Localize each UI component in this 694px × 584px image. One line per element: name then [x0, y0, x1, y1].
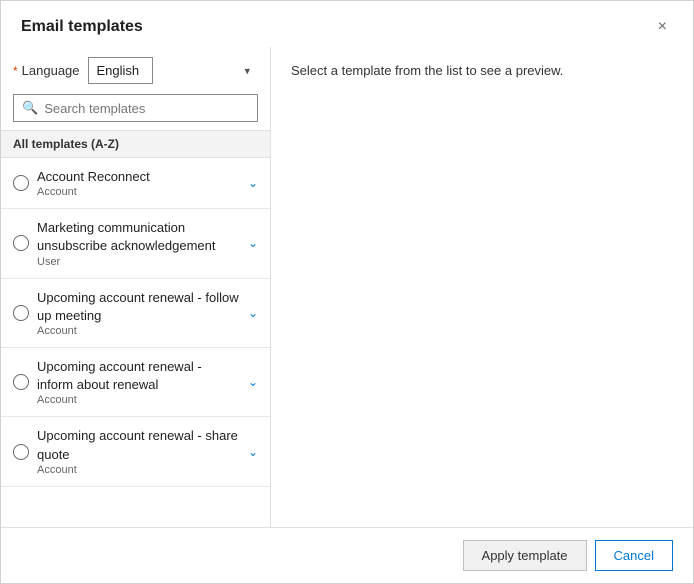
close-button[interactable]: ×: [652, 17, 673, 37]
template-name-1: Marketing communication unsubscribe ackn…: [37, 219, 240, 255]
cancel-button[interactable]: Cancel: [595, 540, 673, 571]
dialog-body: *Language English French German Spanish …: [1, 47, 693, 527]
required-star: *: [13, 64, 18, 78]
dialog-footer: Apply template Cancel: [1, 527, 693, 583]
list-item[interactable]: Upcoming account renewal - inform about …: [1, 348, 270, 417]
template-category-4: Account: [37, 464, 240, 476]
chevron-icon-0[interactable]: ⌄: [248, 176, 258, 190]
list-item[interactable]: Upcoming account renewal - share quote A…: [1, 417, 270, 486]
template-name-4: Upcoming account renewal - share quote: [37, 427, 240, 463]
dialog-title: Email templates: [21, 18, 143, 36]
template-name-2: Upcoming account renewal - follow up mee…: [37, 289, 240, 325]
search-icon: 🔍: [22, 100, 38, 116]
templates-list-header: All templates (A-Z): [1, 130, 270, 158]
template-category-0: Account: [37, 186, 240, 198]
template-category-1: User: [37, 256, 240, 268]
chevron-icon-1[interactable]: ⌄: [248, 236, 258, 250]
language-row: *Language English French German Spanish: [1, 47, 270, 94]
language-select[interactable]: English French German Spanish: [88, 57, 153, 84]
left-panel: *Language English French German Spanish …: [1, 47, 271, 527]
template-name-3: Upcoming account renewal - inform about …: [37, 358, 240, 394]
chevron-icon-4[interactable]: ⌄: [248, 445, 258, 459]
template-radio-2[interactable]: [13, 305, 29, 321]
list-item[interactable]: Marketing communication unsubscribe ackn…: [1, 209, 270, 278]
list-item[interactable]: Upcoming account renewal - follow up mee…: [1, 279, 270, 348]
templates-list: Account Reconnect Account ⌄ Marketing co…: [1, 158, 270, 527]
template-info-2: Upcoming account renewal - follow up mee…: [37, 289, 240, 337]
template-radio-0[interactable]: [13, 175, 29, 191]
search-input[interactable]: [44, 101, 249, 116]
template-category-3: Account: [37, 394, 240, 406]
template-name-0: Account Reconnect: [37, 168, 240, 186]
chevron-icon-2[interactable]: ⌄: [248, 306, 258, 320]
search-box: 🔍: [13, 94, 258, 122]
template-category-2: Account: [37, 325, 240, 337]
chevron-icon-3[interactable]: ⌄: [248, 375, 258, 389]
language-label: *Language: [13, 63, 80, 78]
template-info-4: Upcoming account renewal - share quote A…: [37, 427, 240, 475]
template-radio-3[interactable]: [13, 374, 29, 390]
language-select-wrapper: English French German Spanish: [88, 57, 258, 84]
list-item[interactable]: Account Reconnect Account ⌄: [1, 158, 270, 209]
template-radio-1[interactable]: [13, 235, 29, 251]
template-info-0: Account Reconnect Account: [37, 168, 240, 198]
email-templates-dialog: Email templates × *Language English Fren…: [0, 0, 694, 584]
preview-hint: Select a template from the list to see a…: [291, 63, 563, 78]
template-info-1: Marketing communication unsubscribe ackn…: [37, 219, 240, 267]
dialog-header: Email templates ×: [1, 1, 693, 47]
right-panel: Select a template from the list to see a…: [271, 47, 693, 527]
template-info-3: Upcoming account renewal - inform about …: [37, 358, 240, 406]
template-radio-4[interactable]: [13, 444, 29, 460]
apply-template-button[interactable]: Apply template: [463, 540, 587, 571]
